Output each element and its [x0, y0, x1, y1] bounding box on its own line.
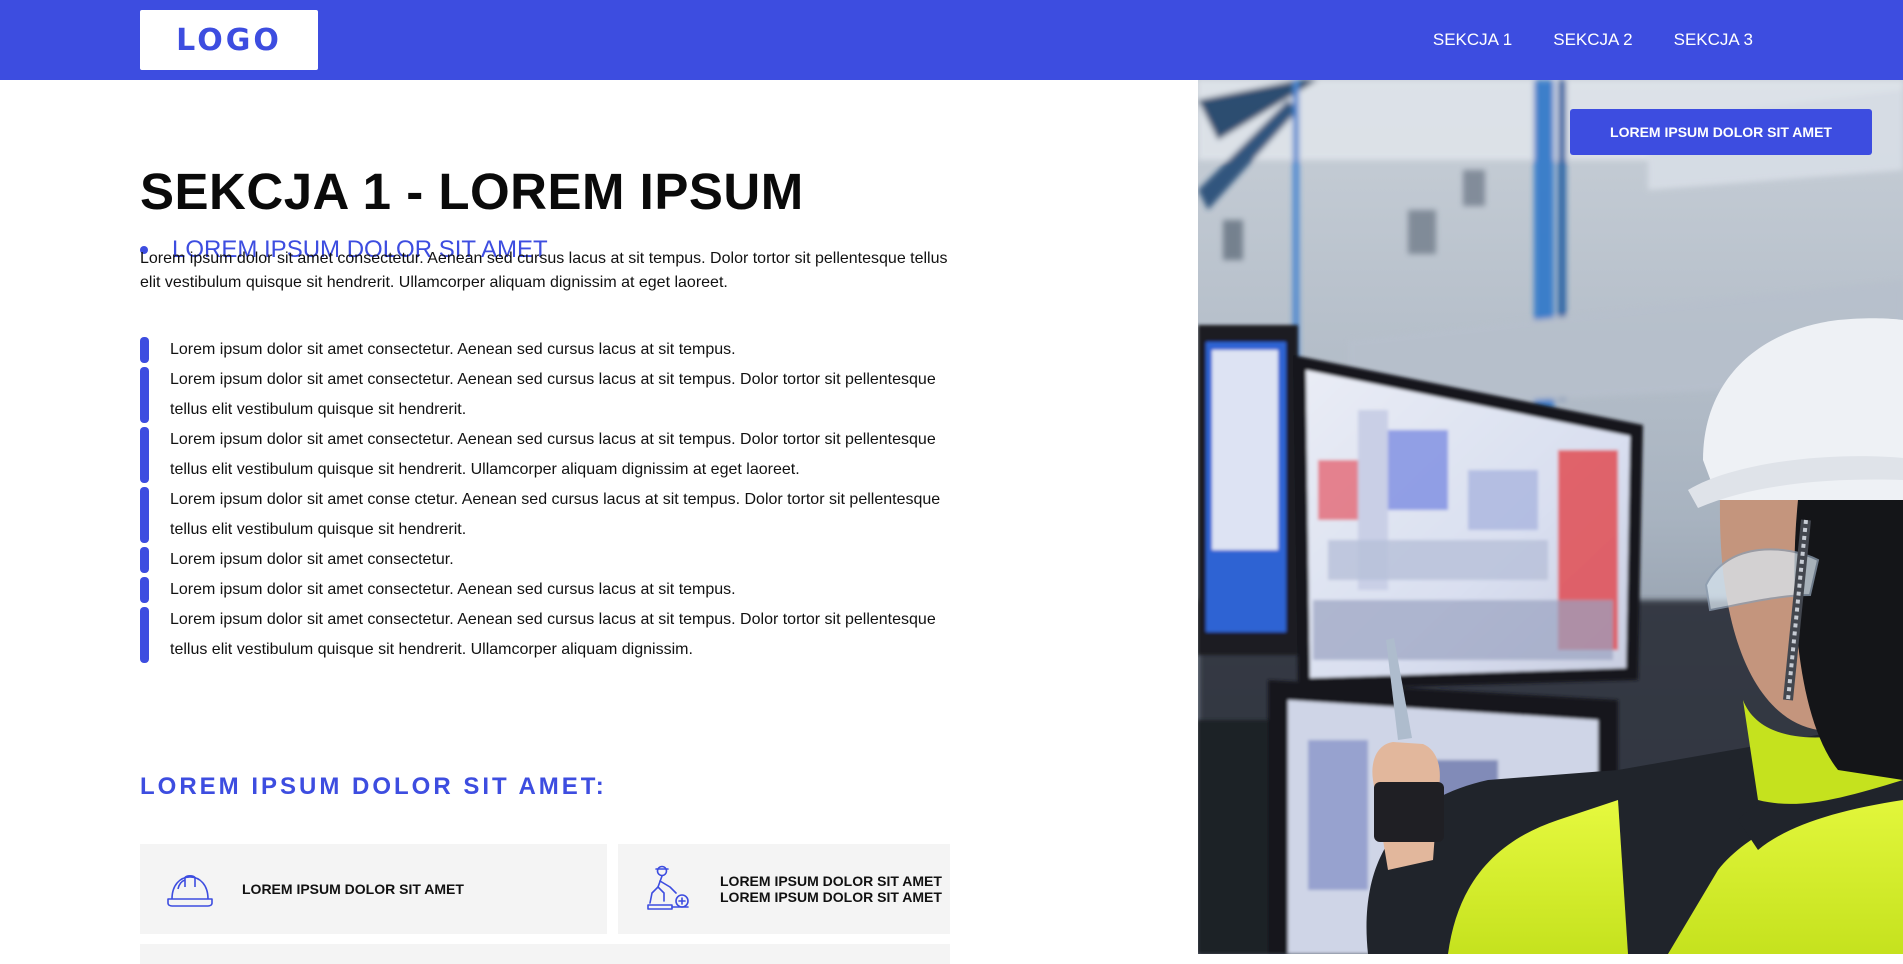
- list-item: Lorem ipsum dolor sit amet consectetur. …: [140, 575, 960, 605]
- list-marker-bar: [140, 337, 149, 363]
- feature-card-partial: [140, 944, 950, 964]
- page-title: SEKCJA 1 - LOREM IPSUM: [140, 163, 804, 220]
- list-marker-bar: [140, 607, 149, 663]
- list-item-text: Lorem ipsum dolor sit amet consectetur. …: [170, 581, 736, 598]
- list-item-text: Lorem ipsum dolor sit amet conse ctetur.…: [170, 491, 941, 538]
- card-label: LOREM IPSUM DOLOR SIT AMET: [242, 881, 464, 897]
- list-item-text: Lorem ipsum dolor sit amet consectetur. …: [170, 431, 936, 478]
- list-item: Lorem ipsum dolor sit amet consectetur. …: [140, 335, 960, 365]
- card-label-line-2: LOREM IPSUM DOLOR SIT AMET: [720, 889, 942, 905]
- list-item-text: Lorem ipsum dolor sit amet consectetur. …: [170, 611, 936, 658]
- list-item-text: Lorem ipsum dolor sit amet consectetur.: [170, 551, 454, 568]
- list-item: Lorem ipsum dolor sit amet consectetur. …: [140, 605, 960, 665]
- list-marker-bar: [140, 547, 149, 573]
- hard-hat-icon: [167, 874, 213, 907]
- list-item: Lorem ipsum dolor sit amet conse ctetur.…: [140, 485, 960, 545]
- card-label: LOREM IPSUM DOLOR SIT AMET LOREM IPSUM D…: [720, 873, 942, 905]
- card-label-line-1: LOREM IPSUM DOLOR SIT AMET: [720, 873, 942, 889]
- first-aid-worker-icon: [647, 865, 689, 910]
- feature-list: Lorem ipsum dolor sit amet consectetur. …: [140, 335, 960, 665]
- intro-paragraph: Lorem ipsum dolor sit amet consectetur. …: [140, 250, 948, 291]
- nav-link-sekcja-3[interactable]: SEKCJA 3: [1674, 30, 1753, 50]
- list-marker-bar: [140, 427, 149, 483]
- list-item: Lorem ipsum dolor sit amet consectetur.: [140, 545, 960, 575]
- list-marker-bar: [140, 487, 149, 543]
- hero-image: [1198, 80, 1903, 954]
- nav-link-sekcja-2[interactable]: SEKCJA 2: [1553, 30, 1632, 50]
- list-item-text: Lorem ipsum dolor sit amet consectetur. …: [170, 341, 736, 358]
- list-item-text: Lorem ipsum dolor sit amet consectetur. …: [170, 371, 936, 418]
- engineer-photo-illustration: [1198, 80, 1903, 954]
- feature-card-hard-hat: LOREM IPSUM DOLOR SIT AMET: [140, 844, 607, 934]
- section-heading: LOREM IPSUM DOLOR SIT AMET:: [140, 773, 607, 800]
- list-item: Lorem ipsum dolor sit amet consectetur. …: [140, 365, 960, 425]
- feature-card-first-aid: LOREM IPSUM DOLOR SIT AMET LOREM IPSUM D…: [618, 844, 950, 934]
- list-marker-bar: [140, 577, 149, 603]
- list-item: Lorem ipsum dolor sit amet consectetur. …: [140, 425, 960, 485]
- nav-link-sekcja-1[interactable]: SEKCJA 1: [1433, 30, 1512, 50]
- hero-cta-button[interactable]: LOREM IPSUM DOLOR SIT AMET: [1570, 109, 1872, 155]
- main-nav: SEKCJA 1 SEKCJA 2 SEKCJA 3: [1433, 0, 1753, 80]
- logo[interactable]: LOGO: [140, 10, 318, 70]
- list-marker-bar: [140, 367, 149, 423]
- top-navbar: LOGO SEKCJA 1 SEKCJA 2 SEKCJA 3: [0, 0, 1903, 80]
